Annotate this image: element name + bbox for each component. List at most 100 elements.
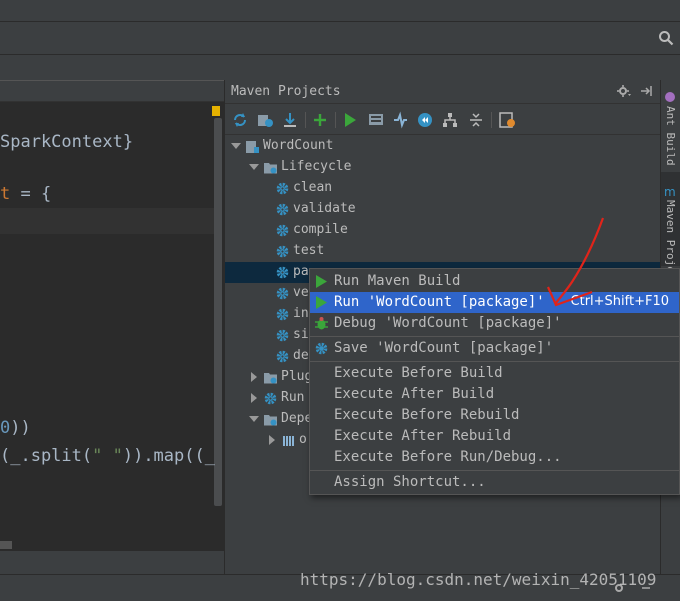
editor-scrollbar[interactable] [214, 118, 222, 506]
tree-node-label: Lifecycle [281, 159, 352, 174]
ant-build-tab[interactable]: Ant Build [664, 106, 677, 166]
menu-item[interactable]: Execute Before Build [310, 363, 679, 384]
chevron-right-icon[interactable] [267, 435, 277, 445]
hide-panel-icon[interactable] [639, 84, 653, 98]
folder-gear-icon [264, 415, 277, 426]
chevron-down-icon[interactable] [249, 414, 259, 424]
watermark: https://blog.csdn.net/weixin_42051109 [300, 570, 657, 589]
menu-item[interactable]: Execute After Rebuild [310, 426, 679, 447]
folder-gear-icon [264, 163, 277, 174]
show-dependencies-icon[interactable] [441, 111, 459, 129]
chevron-right-icon[interactable] [249, 393, 259, 403]
menu-item-label: Execute Before Build [334, 365, 503, 381]
save-config-icon [315, 342, 328, 355]
tree-node-label: WordCount [263, 138, 334, 153]
toolbar-separator [335, 112, 336, 128]
tree-node-label: si [293, 327, 309, 342]
run-icon [316, 275, 327, 288]
run-icon [316, 296, 327, 309]
tree-node-label: pa [293, 264, 309, 279]
menu-separator [310, 361, 679, 362]
execute-goal-icon[interactable] [367, 111, 385, 129]
editor-bottom-bar [0, 550, 224, 574]
chevron-down-icon[interactable] [249, 162, 259, 172]
horizontal-scrollbar[interactable] [0, 541, 12, 549]
menu-item[interactable]: Assign Shortcut... [310, 472, 679, 493]
gear-icon [276, 266, 289, 279]
menu-item[interactable]: Save 'WordCount [package]' [310, 338, 679, 359]
gear-icon [276, 224, 289, 237]
menu-item-label: Execute Before Rebuild [334, 407, 520, 423]
tree-node-label: validate [293, 201, 356, 216]
menu-item-label: Execute After Build [334, 386, 495, 402]
tree-node[interactable]: compile [225, 220, 661, 241]
debug-icon [315, 317, 328, 330]
tree-node-label: ve [293, 285, 309, 300]
editor-breadcrumb-row [0, 80, 224, 102]
reimport-icon[interactable] [231, 111, 249, 129]
search-icon[interactable] [658, 30, 674, 46]
toolbar-separator [491, 112, 492, 128]
tree-node-label: compile [293, 222, 348, 237]
maven-panel-title: Maven Projects [231, 84, 341, 99]
collapse-all-icon[interactable] [467, 111, 485, 129]
tree-node-label: Plug [281, 369, 313, 384]
menu-item[interactable]: Execute Before Rebuild [310, 405, 679, 426]
tree-node-label: in [293, 306, 309, 321]
menu-item-shortcut: Ctrl+Shift+F10 [570, 294, 669, 309]
download-icon[interactable] [281, 111, 299, 129]
chevron-right-icon[interactable] [249, 372, 259, 382]
tree-node[interactable]: validate [225, 199, 661, 220]
menu-item-label: Save 'WordCount [package]' [334, 340, 554, 356]
maven-icon[interactable]: m [663, 184, 678, 199]
tree-node-label: Depe [281, 411, 313, 426]
warning-marker[interactable] [212, 106, 220, 116]
gear-icon [276, 287, 289, 300]
navigation-bar [0, 22, 680, 55]
tree-node-label: Run [281, 390, 305, 405]
gear-icon [264, 392, 277, 405]
chevron-down-icon[interactable] [231, 141, 241, 151]
toggle-offline-icon[interactable] [391, 111, 409, 129]
menu-item-label: Debug 'WordCount [package]' [334, 315, 562, 331]
code-line: SparkContext} [0, 132, 134, 152]
tree-node[interactable]: Lifecycle [225, 157, 661, 178]
gear-icon [276, 203, 289, 216]
menu-item-label: Run Maven Build [334, 273, 461, 289]
folder-gear-icon [264, 373, 277, 384]
ant-icon[interactable] [663, 90, 678, 105]
tree-node[interactable]: WordCount [225, 136, 661, 157]
library-icon [283, 436, 294, 446]
tree-node[interactable]: clean [225, 178, 661, 199]
code-editor[interactable]: SparkContext} t = { 0)) (_.split(" ")).m… [0, 80, 224, 550]
current-line-highlight [0, 208, 214, 234]
add-icon[interactable] [311, 111, 329, 129]
editor-tab-strip [0, 56, 224, 80]
toolbar-separator [305, 112, 306, 128]
code-line: (_.split(" ")).map((_ [0, 446, 215, 466]
menu-item[interactable]: Execute Before Run/Debug... [310, 447, 679, 468]
skip-tests-icon[interactable] [416, 111, 434, 129]
tree-node[interactable]: test [225, 241, 661, 262]
tree-node-label: test [293, 243, 325, 258]
run-icon[interactable] [341, 111, 359, 129]
maven-panel-header: Maven Projects [225, 80, 661, 104]
menu-item-label: Execute Before Run/Debug... [334, 449, 562, 465]
menu-item[interactable]: Execute After Build [310, 384, 679, 405]
menu-item[interactable]: Run Maven Build [310, 271, 679, 292]
generate-sources-icon[interactable] [256, 111, 274, 129]
svg-text:m: m [664, 185, 676, 199]
maven-toolbar [225, 105, 661, 135]
context-menu: Run Maven Build Run 'WordCount [package]'… [309, 268, 680, 495]
settings-icon[interactable] [498, 111, 516, 129]
gear-icon [276, 182, 289, 195]
gear-icon [276, 350, 289, 363]
menu-separator [310, 470, 679, 471]
gear-icon [276, 329, 289, 342]
gear-icon[interactable] [617, 84, 631, 98]
gear-icon [276, 245, 289, 258]
menu-item[interactable]: Debug 'WordCount [package]' [310, 313, 679, 334]
menu-item[interactable]: Run 'WordCount [package]' Ctrl+Shift+F10 [310, 292, 679, 313]
code-line: 0)) [0, 418, 31, 438]
menu-item-label: Execute After Rebuild [334, 428, 512, 444]
